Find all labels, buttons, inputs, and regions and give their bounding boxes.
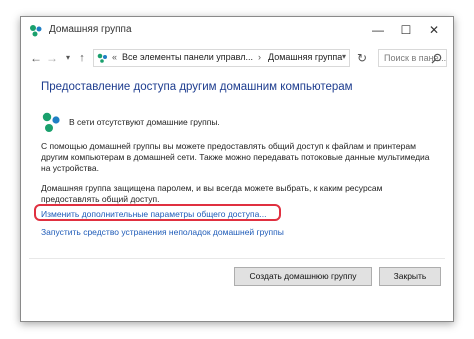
close-window-button[interactable]: ✕ xyxy=(421,20,447,40)
forward-arrow-icon[interactable]: → xyxy=(45,49,59,67)
homegroup-icon xyxy=(97,53,107,63)
homegroup-status: В сети отсутствуют домашние группы. xyxy=(69,117,220,127)
page-title: Предоставление доступа другим домашним к… xyxy=(41,81,353,93)
password-info-paragraph: Домашняя группа защищена паролем, и вы в… xyxy=(41,183,383,204)
homegroup-window: Домашняя группа — ☐ ✕ ← → ▾ ↑ « Все элем… xyxy=(20,16,454,322)
address-dropdown-icon[interactable]: ▾ xyxy=(342,52,346,61)
breadcrumb-homegroup[interactable]: Домашняя группа xyxy=(268,52,342,62)
recent-locations-icon[interactable]: ▾ xyxy=(61,49,75,67)
troubleshoot-homegroup-link[interactable]: Запустить средство устранения неполадок … xyxy=(41,227,284,237)
refresh-icon[interactable]: ↻ xyxy=(354,50,370,66)
breadcrumb-overflow[interactable]: « xyxy=(112,52,117,62)
close-button[interactable]: Закрыть xyxy=(379,267,441,286)
homegroup-status-icon xyxy=(42,112,60,132)
title-bar[interactable]: Домашняя группа — ☐ ✕ xyxy=(21,17,453,43)
advanced-sharing-settings-link[interactable]: Изменить дополнительные параметры общего… xyxy=(41,209,266,219)
footer-divider xyxy=(29,258,445,259)
homegroup-icon xyxy=(30,25,42,37)
search-input[interactable]: Поиск в пане... xyxy=(378,49,447,67)
maximize-button[interactable]: ☐ xyxy=(393,20,419,40)
address-bar[interactable]: « Все элементы панели управл... › Домашн… xyxy=(93,49,350,67)
description-paragraph: С помощью домашней группы вы можете пред… xyxy=(41,141,430,173)
window-title: Домашняя группа xyxy=(49,24,132,35)
up-arrow-icon[interactable]: ↑ xyxy=(75,49,89,67)
create-homegroup-button[interactable]: Создать домашнюю группу xyxy=(234,267,372,286)
breadcrumb-control-panel[interactable]: Все элементы панели управл... xyxy=(122,52,253,62)
breadcrumb-separator[interactable]: › xyxy=(258,52,261,62)
search-icon xyxy=(431,53,442,64)
minimize-button[interactable]: — xyxy=(365,20,391,40)
navigation-bar: ← → ▾ ↑ « Все элементы панели управл... … xyxy=(21,45,453,71)
back-arrow-icon[interactable]: ← xyxy=(29,49,43,67)
